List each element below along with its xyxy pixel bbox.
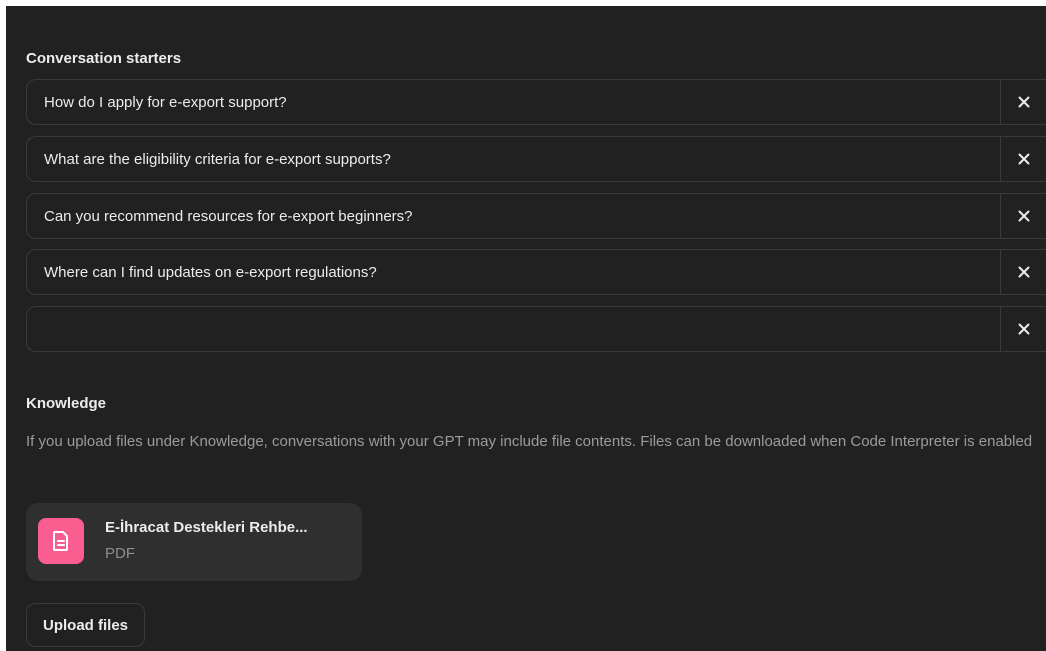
close-icon [1018,96,1029,108]
remove-starter-button[interactable] [1000,80,1046,124]
conversation-starter-input[interactable] [27,250,1000,294]
conversation-starter-input[interactable] [27,80,1000,124]
remove-starter-button[interactable] [1000,307,1046,351]
conversation-starter-input[interactable] [27,137,1000,181]
conversation-starter-input[interactable] [27,194,1000,238]
remove-starter-button[interactable] [1000,250,1046,294]
conversation-starter-input-empty[interactable] [27,307,1000,351]
remove-starter-button[interactable] [1000,137,1046,181]
conversation-starters-heading: Conversation starters [26,50,182,67]
upload-files-button[interactable]: Upload files [26,603,146,647]
conversation-starter-row [26,306,1046,352]
remove-starter-button[interactable] [1000,194,1046,238]
gpt-configure-panel: Conversation starters Knowledge If you u… [6,6,1046,651]
knowledge-description: If you upload files under Knowledge, con… [26,433,1033,450]
conversation-starter-row [26,79,1046,125]
file-type: PDF [105,545,135,562]
conversation-starter-row [26,193,1046,239]
conversation-starter-row [26,136,1046,182]
close-icon [1018,153,1029,165]
knowledge-heading: Knowledge [26,395,107,412]
close-icon [1018,266,1029,278]
document-icon [38,518,84,564]
close-icon [1018,210,1029,222]
file-name: E-İhracat Destekleri Rehbe... [105,519,308,536]
close-icon [1018,323,1029,335]
uploaded-file-card[interactable]: E-İhracat Destekleri Rehbe... PDF [26,503,362,581]
conversation-starter-row [26,249,1046,295]
